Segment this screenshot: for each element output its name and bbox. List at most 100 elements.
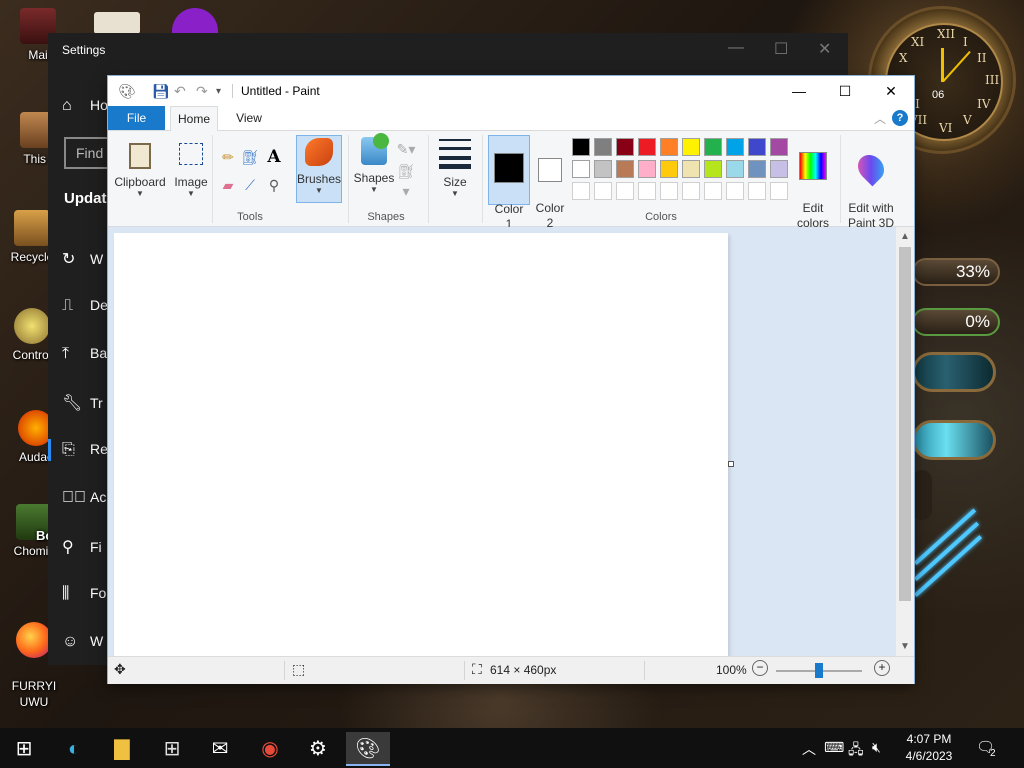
outline-icon[interactable]: ✎▾ <box>396 139 416 159</box>
scroll-up-icon[interactable]: ▲ <box>900 231 910 242</box>
color-swatch[interactable] <box>704 160 722 178</box>
color-swatch[interactable] <box>704 138 722 156</box>
color-swatch[interactable] <box>682 160 700 178</box>
chrome-icon[interactable]: ◉ <box>248 732 292 766</box>
color-swatch[interactable] <box>660 182 678 200</box>
color-swatch[interactable] <box>748 182 766 200</box>
drawing-canvas[interactable] <box>114 233 728 656</box>
settings-nav-insider[interactable]: ☺ W <box>62 633 103 653</box>
zoom-slider-thumb[interactable] <box>815 663 823 678</box>
color-swatch[interactable] <box>616 182 634 200</box>
color2-button[interactable]: Color 2 <box>532 135 568 230</box>
close-button[interactable]: ✕ <box>868 80 914 102</box>
color-swatch[interactable] <box>638 138 656 156</box>
image-button[interactable]: Image ▼ <box>170 135 212 219</box>
tab-file[interactable]: File <box>108 106 165 130</box>
color-swatch[interactable] <box>594 182 612 200</box>
windows-start-icon[interactable]: ⊞ <box>2 732 46 766</box>
settings-icon[interactable]: ⚙ <box>296 732 340 766</box>
minimize-button[interactable]: — <box>776 80 822 102</box>
file-explorer-icon[interactable]: ▇ <box>100 732 144 766</box>
network-icon[interactable]: 🖧︎ <box>848 739 864 763</box>
color-swatch[interactable] <box>682 138 700 156</box>
color-swatch[interactable] <box>660 160 678 178</box>
color-swatch[interactable] <box>572 160 590 178</box>
minimize-icon[interactable]: — <box>728 39 744 57</box>
paint-app-icon[interactable]: 🎨︎ <box>118 83 136 100</box>
eraser-icon[interactable]: ▰ <box>218 175 238 195</box>
canvas-resize-handle[interactable] <box>728 461 734 467</box>
color-swatch[interactable] <box>726 160 744 178</box>
paint-icon[interactable]: 🎨︎ <box>346 732 390 766</box>
edge-icon[interactable]: ◐ <box>52 732 96 766</box>
scrollbar-thumb[interactable] <box>899 247 911 601</box>
color-swatch[interactable] <box>638 182 656 200</box>
color-swatch[interactable] <box>770 160 788 178</box>
color-swatch[interactable] <box>704 182 722 200</box>
color-picker-icon[interactable]: ⟋ <box>240 175 260 195</box>
help-icon[interactable]: ? <box>892 110 908 126</box>
color-swatch[interactable] <box>726 138 744 156</box>
color-swatch[interactable] <box>572 182 590 200</box>
home-icon: ⌂ <box>62 97 72 114</box>
edit-with-paint3d-button[interactable]: Edit with Paint 3D <box>844 135 898 230</box>
camera-icon[interactable]: ⌨ <box>824 739 844 756</box>
settings-nav-delivery[interactable]: ⎍ De <box>62 297 108 317</box>
settings-titlebar[interactable]: Settings — ☐ ✕ <box>48 33 848 66</box>
settings-nav-find-device[interactable]: ⚲ Fi <box>62 537 102 557</box>
color-swatch[interactable] <box>770 182 788 200</box>
settings-nav-windows-update[interactable]: ↻ W <box>62 249 103 269</box>
tab-home[interactable]: Home <box>170 106 218 132</box>
zoom-out-icon[interactable]: − <box>752 660 768 676</box>
color-swatch[interactable] <box>660 138 678 156</box>
vertical-scrollbar[interactable]: ▲ ▼ <box>896 227 914 656</box>
scroll-down-icon[interactable]: ▼ <box>900 641 910 652</box>
settings-nav-backup[interactable]: ⤒ Ba <box>62 345 107 365</box>
settings-nav-activation[interactable]: ✓⃝ Ac <box>62 489 106 509</box>
redo-icon[interactable]: ↷ <box>196 83 208 100</box>
volume-muted-icon[interactable]: 🔇︎ <box>872 739 881 756</box>
podcast-icon[interactable] <box>172 8 218 34</box>
save-icon[interactable]: 💾︎ <box>152 83 170 100</box>
customize-quick-access-icon[interactable]: ▾ <box>216 86 221 97</box>
color-swatch[interactable] <box>594 138 612 156</box>
paint-titlebar[interactable]: 🎨︎ 💾︎ ↶ ↷ ▾ Untitled - Paint — ☐ ✕ <box>108 76 914 106</box>
taskbar-clock[interactable]: 4:07 PM 4/6/2023 <box>900 731 958 765</box>
color-swatch[interactable] <box>616 138 634 156</box>
undo-icon[interactable]: ↶ <box>174 83 186 100</box>
show-hidden-icons-icon[interactable]: ︿ <box>802 739 816 759</box>
magnifier-icon[interactable]: ⚲ <box>264 175 284 195</box>
color-swatch[interactable] <box>682 182 700 200</box>
zoom-in-icon[interactable]: + <box>874 660 890 676</box>
settings-nav-recovery[interactable]: ⎘ Re <box>62 441 108 461</box>
edit-colors-button[interactable]: Edit colors <box>792 135 834 230</box>
color-swatch[interactable] <box>638 160 656 178</box>
color-swatch[interactable] <box>748 138 766 156</box>
color-swatch[interactable] <box>770 138 788 156</box>
fill-icon[interactable]: ⛽︎ <box>240 147 260 167</box>
color1-button[interactable]: Color 1 <box>488 135 530 231</box>
store-icon[interactable]: ⊞ <box>150 732 194 766</box>
tab-view[interactable]: View <box>226 106 272 130</box>
color-swatch[interactable] <box>572 138 590 156</box>
settings-nav-home[interactable]: ⌂ Ho <box>62 97 108 117</box>
pencil-icon[interactable]: ✏ <box>218 147 238 167</box>
collapse-ribbon-icon[interactable]: ︿ <box>874 110 886 127</box>
maximize-button[interactable]: ☐ <box>822 80 868 102</box>
settings-nav-developers[interactable]: ⫼ Fo <box>62 585 106 605</box>
text-icon[interactable]: A <box>264 147 284 167</box>
mail-icon[interactable]: ✉ <box>198 732 242 766</box>
maximize-icon[interactable]: ☐ <box>774 39 788 59</box>
desktop-app-icon[interactable] <box>94 12 140 34</box>
size-button[interactable]: Size ▼ <box>434 135 476 203</box>
shapes-button[interactable]: Shapes ▼ <box>352 133 396 203</box>
color-swatch[interactable] <box>594 160 612 178</box>
close-icon[interactable]: ✕ <box>818 39 831 59</box>
brushes-button[interactable]: Brushes ▼ <box>296 135 342 203</box>
color-swatch[interactable] <box>616 160 634 178</box>
clipboard-button[interactable]: Clipboard ▼ <box>114 135 166 219</box>
settings-nav-troubleshoot[interactable]: 🔧︎ Tr <box>62 393 103 413</box>
fill-shape-icon[interactable]: ⛽︎▾ <box>396 161 416 199</box>
color-swatch[interactable] <box>748 160 766 178</box>
color-swatch[interactable] <box>726 182 744 200</box>
